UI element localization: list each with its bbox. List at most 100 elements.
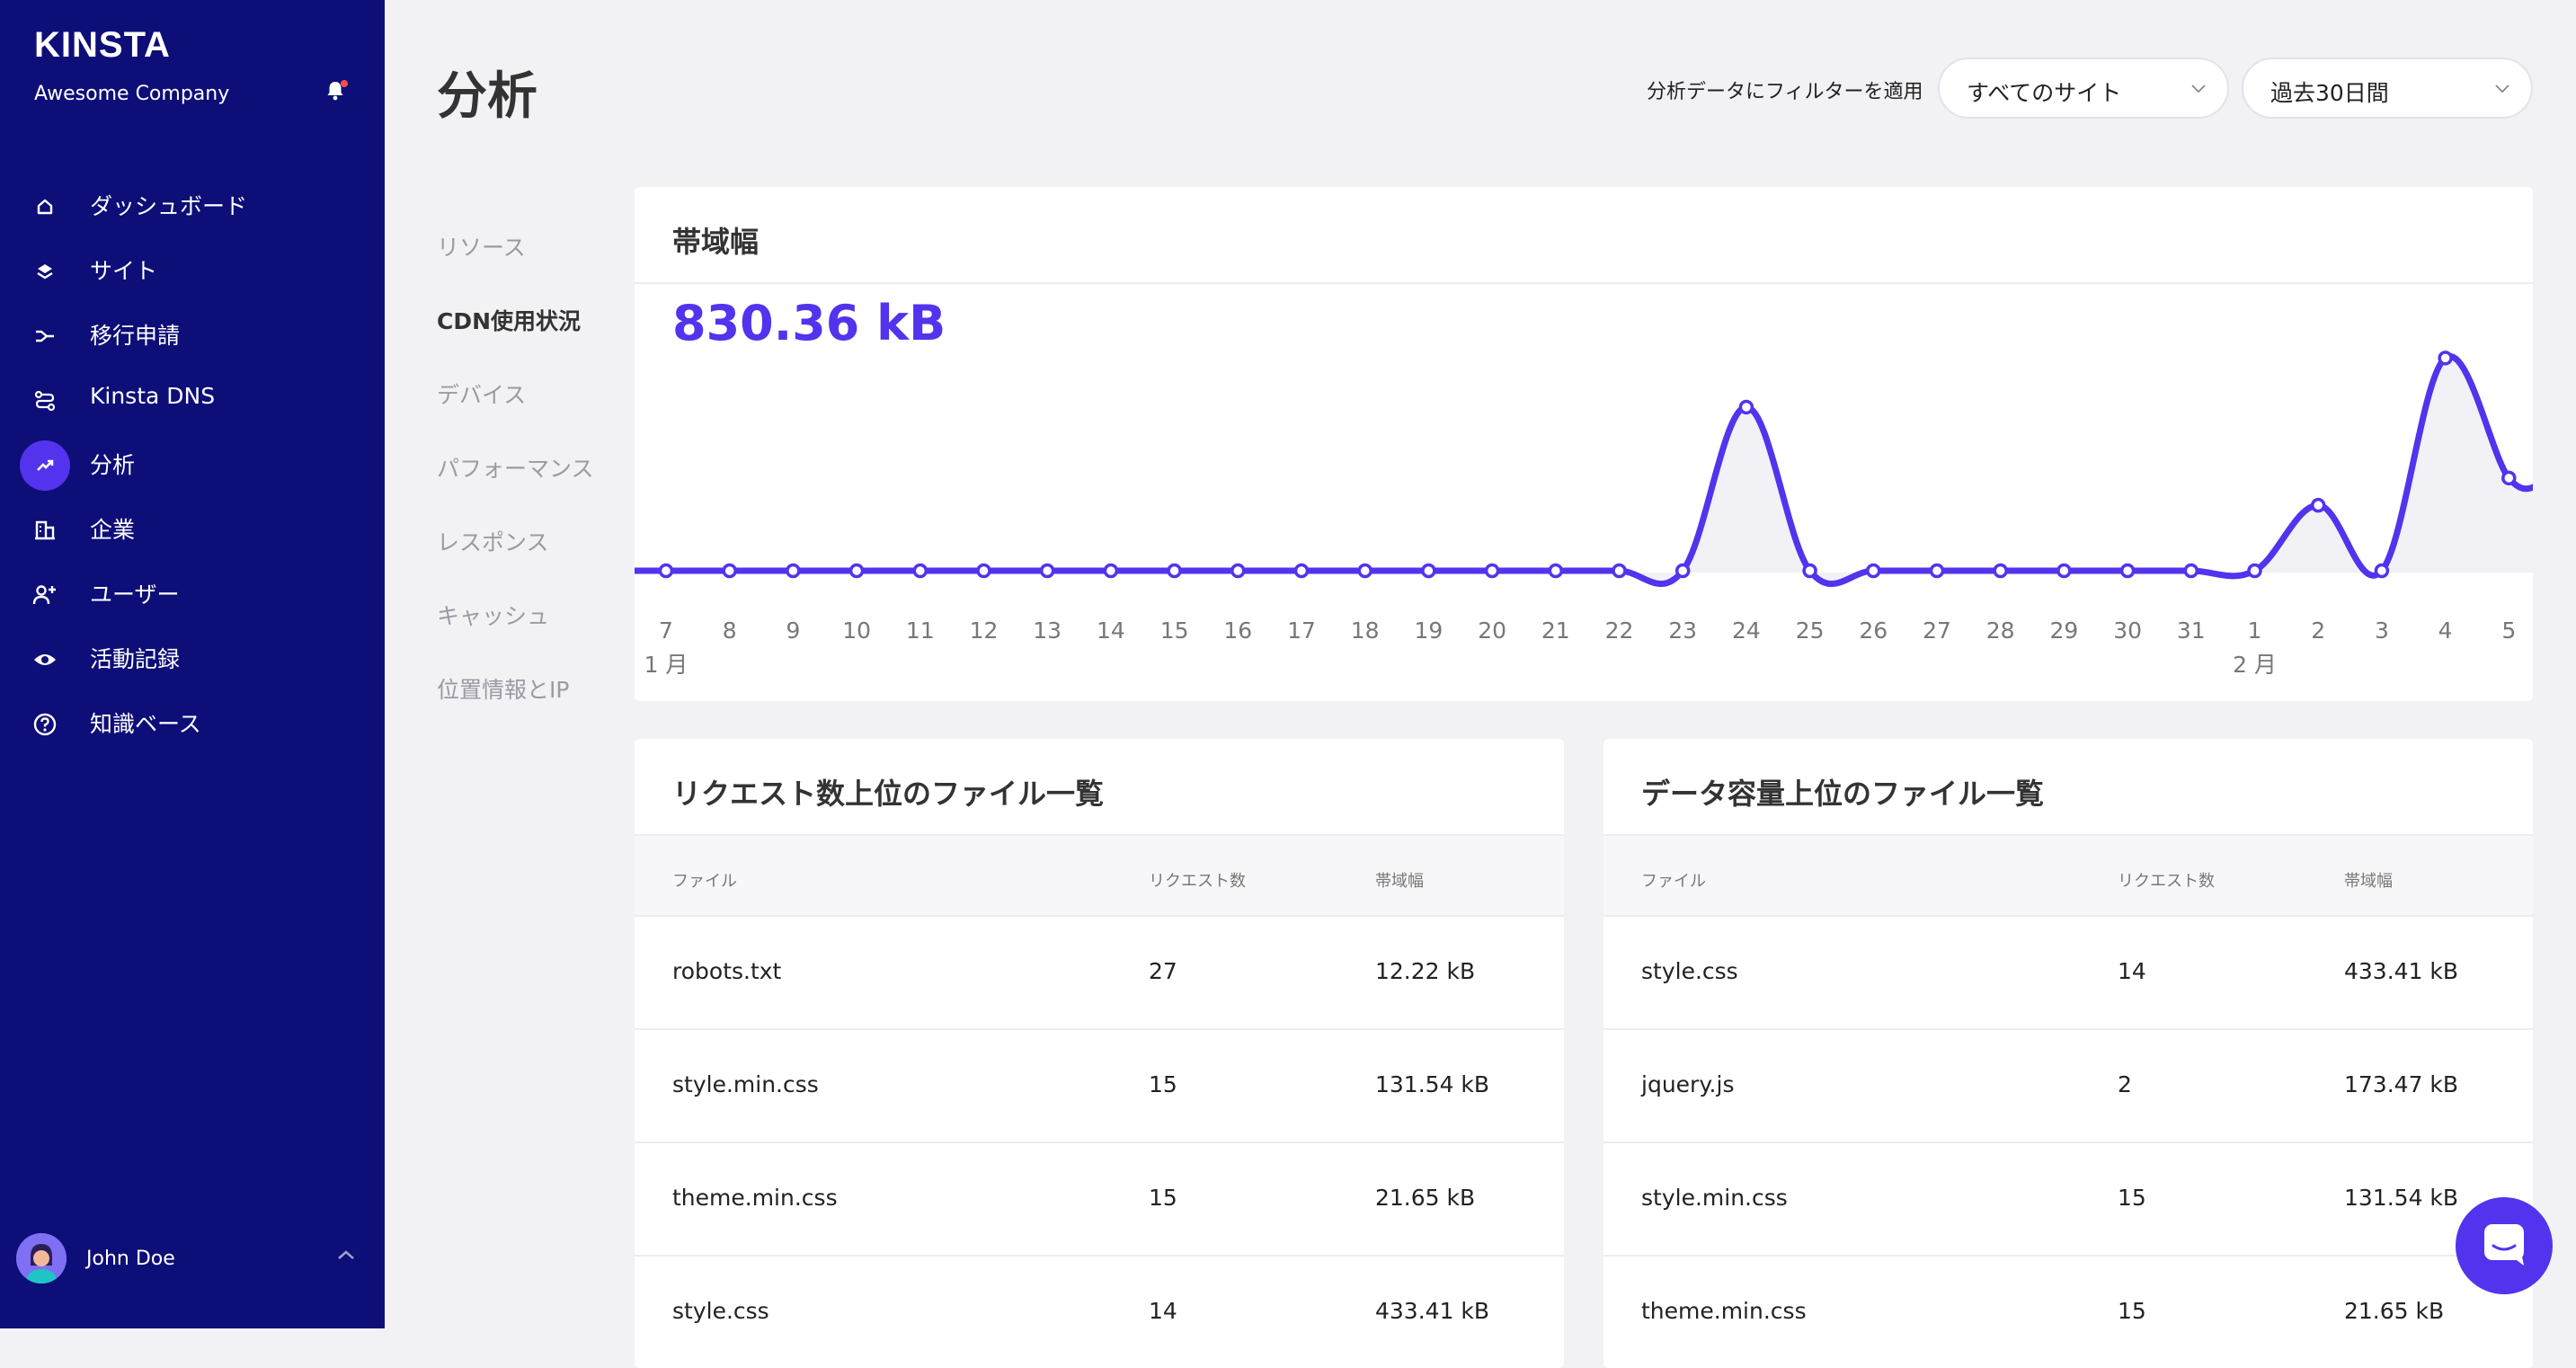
avatar[interactable] [16, 1233, 67, 1284]
column-header-file[interactable]: ファイル [1641, 868, 1706, 892]
x-tick-label: 30 [2113, 617, 2142, 644]
table-row: style.min.css 15 131.54 kB [635, 1030, 1564, 1143]
table-row: theme.min.css 15 21.65 kB [1603, 1257, 2533, 1368]
column-header-requests[interactable]: リクエスト数 [1149, 868, 1246, 892]
table-row: jquery.js 2 173.47 kB [1603, 1030, 2533, 1143]
sidebar-item-label: 活動記録 [90, 646, 181, 672]
x-tick-label: 27 [1923, 617, 1951, 644]
x-tick-label: 26 [1859, 617, 1888, 644]
data-point [658, 563, 674, 579]
data-point [976, 563, 991, 579]
x-tick-label: 17 [1287, 617, 1316, 644]
column-header-file[interactable]: ファイル [672, 868, 737, 892]
cell-bandwidth: 173.47 kB [2344, 1071, 2459, 1097]
cell-requests: 15 [1149, 1185, 1177, 1211]
column-header-bandwidth[interactable]: 帯域幅 [2344, 868, 2393, 892]
subnav-devices[interactable]: デバイス [437, 378, 617, 451]
cell-bandwidth: 433.41 kB [1375, 1298, 1490, 1324]
date-range-value: 過去30日間 [2270, 80, 2389, 106]
x-tick-label: 20 [1478, 617, 1506, 644]
cell-file: style.min.css [1641, 1185, 1788, 1211]
data-point [1293, 563, 1310, 579]
cell-bandwidth: 12.22 kB [1375, 958, 1476, 984]
top-requests-title: リクエスト数上位のファイル一覧 [672, 777, 1105, 811]
table-header: ファイル リクエスト数 帯域幅 [1603, 836, 2533, 917]
data-point [2501, 470, 2517, 486]
x-tick-label: 25 [1796, 617, 1825, 644]
user-menu[interactable]: John Doe [0, 1233, 385, 1287]
analytics-icon [20, 440, 70, 491]
site-filter-value: すべてのサイト [1967, 80, 2122, 106]
user-add-icon [20, 570, 70, 620]
data-point [912, 563, 928, 579]
site-filter-select[interactable]: すべてのサイト [1938, 58, 2229, 119]
cell-requests: 14 [1149, 1298, 1177, 1324]
x-tick-label: 16 [1223, 617, 1252, 644]
cell-requests: 27 [1149, 958, 1177, 984]
sidebar-item-activity-log[interactable]: 活動記録 [0, 622, 385, 687]
company-name[interactable]: Awesome Company [34, 83, 229, 105]
data-point [2310, 497, 2326, 513]
user-name: John Doe [86, 1248, 175, 1270]
sidebar-item-dashboard[interactable]: ダッシュボード [0, 169, 385, 234]
sidebar-item-label: 移行申請 [90, 323, 181, 349]
x-tick-label: 3 [2375, 617, 2389, 644]
x-tick-label: 9 [786, 617, 800, 644]
chevron-down-icon [2190, 79, 2207, 101]
sidebar-item-users[interactable]: ユーザー [0, 557, 385, 622]
subnav-response[interactable]: レスポンス [437, 525, 617, 599]
chevron-down-icon [2493, 79, 2511, 101]
subnav-geo-ip[interactable]: 位置情報とIP [437, 672, 617, 746]
cell-requests: 15 [2118, 1298, 2146, 1324]
sidebar-nav: ダッシュボード サイト 移行申請 Kinsta DNS 分析 企業 ユーザー 活… [0, 169, 385, 751]
x-tick-label: 2 [2311, 617, 2325, 644]
cell-file: style.min.css [672, 1071, 819, 1097]
help-icon [20, 699, 70, 750]
x-tick-label: 22 [1605, 617, 1634, 644]
data-point [1612, 563, 1627, 579]
data-point [2374, 563, 2390, 579]
column-header-bandwidth[interactable]: 帯域幅 [1375, 868, 1424, 892]
cell-bandwidth: 21.65 kB [1375, 1185, 1476, 1211]
month-label: 2 月 [2233, 652, 2277, 678]
subnav-cdn-usage[interactable]: CDN使用状況 [437, 304, 617, 378]
data-point [2056, 563, 2072, 579]
chevron-up-icon[interactable] [336, 1248, 356, 1265]
sidebar-item-label: 企業 [90, 517, 136, 543]
sidebar-item-label: 知識ベース [90, 711, 201, 737]
cell-file: robots.txt [672, 958, 782, 984]
kinsta-logo[interactable]: KINSTA [34, 25, 171, 66]
subnav-performance[interactable]: パフォーマンス [437, 451, 617, 525]
sidebar-item-sites[interactable]: サイト [0, 234, 385, 298]
x-tick-label: 11 [906, 617, 935, 644]
table-row: style.css 14 433.41 kB [1603, 917, 2533, 1030]
sidebar-item-company[interactable]: 企業 [0, 493, 385, 557]
subnav-cache[interactable]: キャッシュ [437, 599, 617, 672]
data-point [1674, 563, 1691, 579]
sidebar-item-dns[interactable]: Kinsta DNS [0, 363, 385, 428]
subnav-resources[interactable]: リソース [437, 230, 617, 304]
x-tick-label: 31 [2177, 617, 2206, 644]
sidebar: KINSTA Awesome Company ダッシュボード サイト 移行申請 [0, 0, 385, 1328]
date-range-select[interactable]: 過去30日間 [2242, 58, 2533, 119]
data-point [1103, 563, 1119, 579]
notification-bell-icon[interactable] [322, 77, 349, 104]
sidebar-item-knowledge-base[interactable]: 知識ベース [0, 687, 385, 751]
series-line [635, 353, 2533, 587]
x-tick-label: 10 [842, 617, 871, 644]
sidebar-item-migration[interactable]: 移行申請 [0, 298, 385, 363]
cell-bandwidth: 433.41 kB [2344, 958, 2459, 984]
data-point [722, 563, 737, 579]
x-tick-label: 12 [970, 617, 999, 644]
sidebar-item-analytics[interactable]: 分析 [0, 428, 385, 493]
top-requests-header: リクエスト数上位のファイル一覧 [635, 739, 1564, 836]
filter-label: 分析データにフィルターを適用 [1647, 81, 1923, 103]
cell-requests: 15 [1149, 1071, 1177, 1097]
data-point [2247, 563, 2262, 579]
cell-requests: 15 [2118, 1185, 2146, 1211]
x-tick-label: 14 [1097, 617, 1125, 644]
month-label: 1 月 [644, 652, 688, 678]
cell-file: theme.min.css [672, 1185, 838, 1211]
chat-button[interactable] [2456, 1197, 2553, 1294]
column-header-requests[interactable]: リクエスト数 [2118, 868, 2215, 892]
